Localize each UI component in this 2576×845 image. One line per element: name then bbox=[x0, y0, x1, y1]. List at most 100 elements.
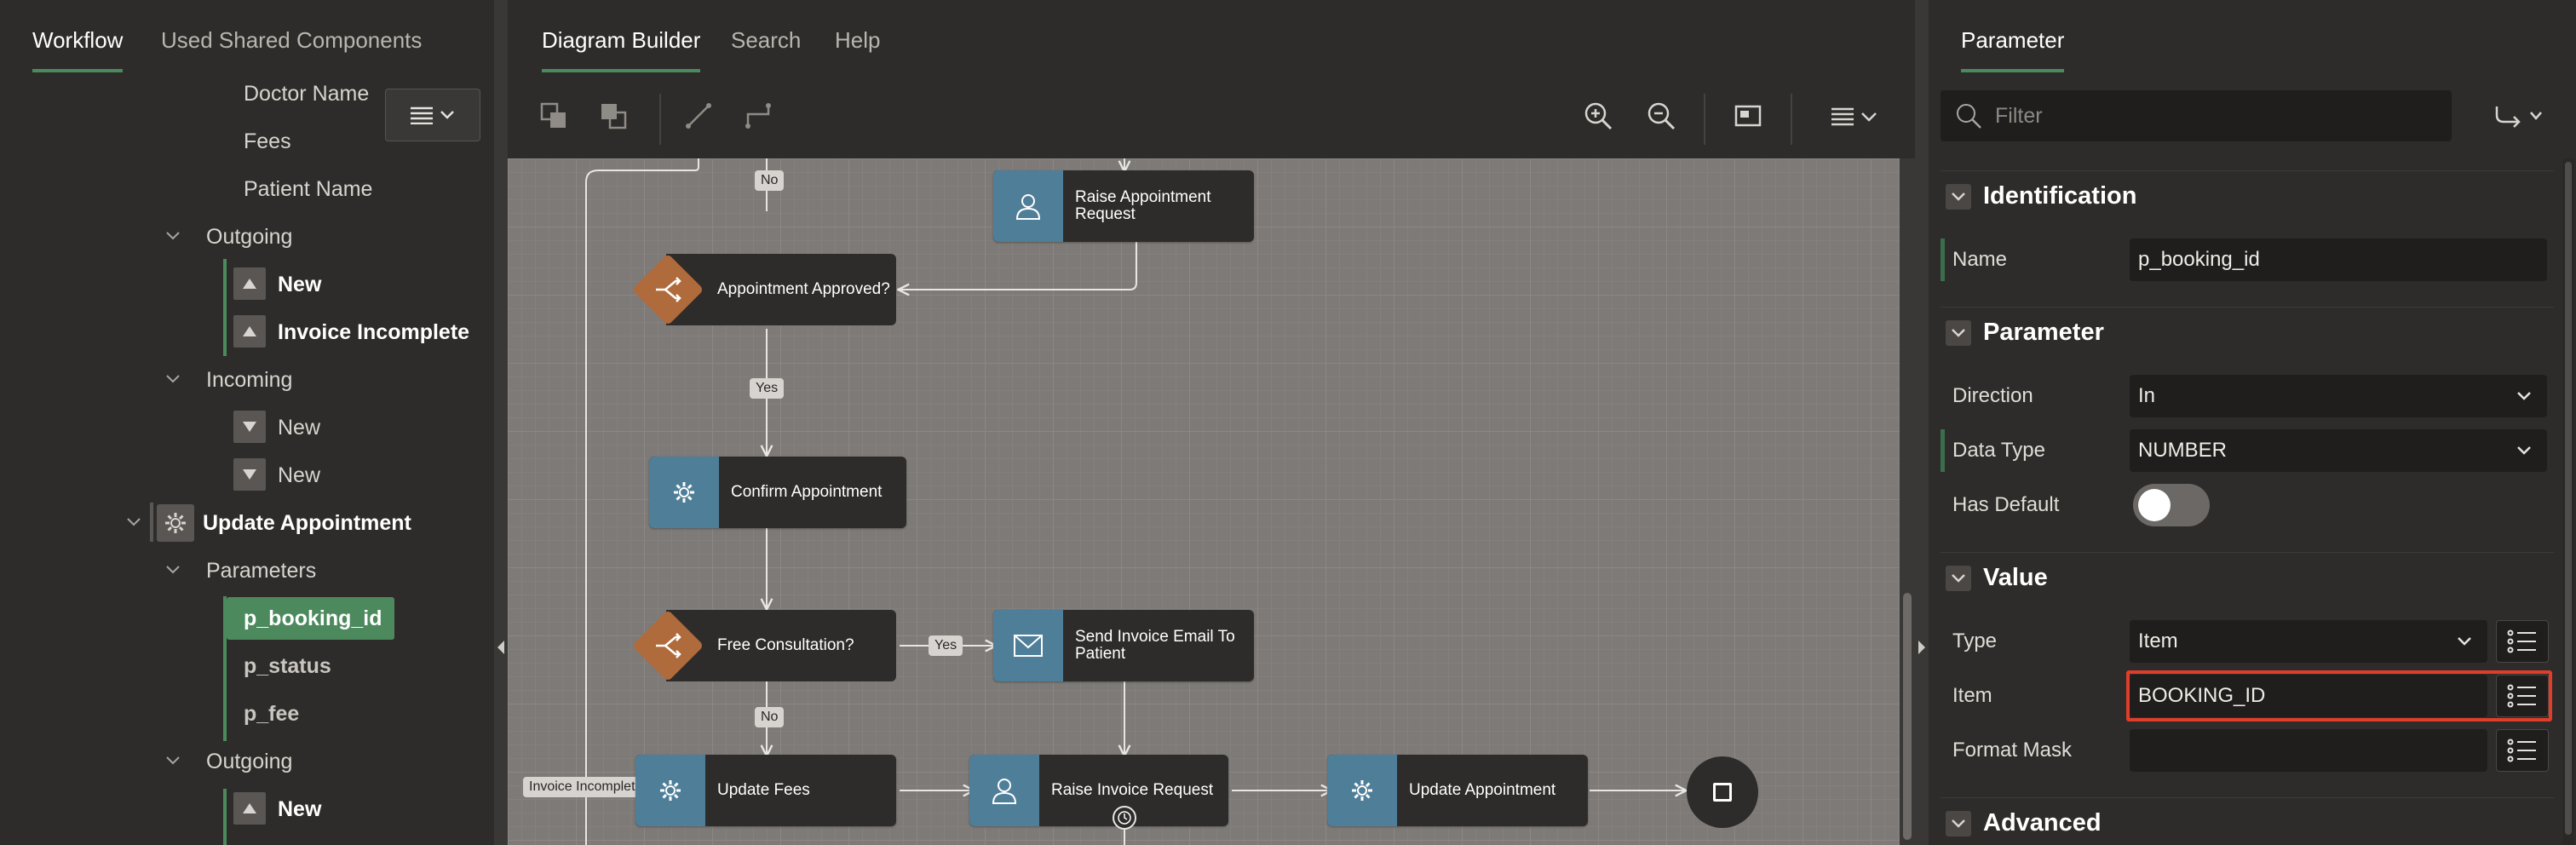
tree-item-new[interactable]: New bbox=[278, 463, 320, 488]
fit-to-screen-icon[interactable] bbox=[1728, 95, 1768, 136]
chevron-down-icon[interactable] bbox=[164, 751, 182, 770]
gear-icon bbox=[649, 457, 719, 528]
edge-label-invoice-incomplete: Invoice Incomplete bbox=[523, 777, 649, 797]
direction-select[interactable]: In bbox=[2130, 375, 2547, 417]
go-to-group-button[interactable] bbox=[2484, 95, 2552, 136]
toolbar-separator bbox=[1704, 94, 1705, 145]
tree-item-p-booking-id[interactable]: p_booking_id bbox=[227, 597, 394, 640]
tab-search[interactable]: Search bbox=[731, 27, 801, 54]
end-event-node[interactable] bbox=[1687, 756, 1758, 828]
chevron-down-icon[interactable] bbox=[124, 513, 143, 532]
tree-item-new[interactable]: New bbox=[278, 797, 321, 822]
tree-item-parameters[interactable]: Parameters bbox=[206, 559, 316, 583]
node-update-appointment[interactable]: Update Appointment bbox=[1327, 755, 1588, 826]
chevron-down-icon bbox=[1946, 183, 1971, 210]
tree-item-p-fee[interactable]: p_fee bbox=[227, 693, 299, 735]
name-field[interactable]: p_booking_id bbox=[2130, 239, 2547, 281]
collapse-left-icon[interactable] bbox=[497, 639, 505, 656]
right-splitter[interactable] bbox=[1915, 0, 1929, 845]
chevron-down-icon[interactable] bbox=[164, 370, 182, 388]
node-update-fees[interactable]: Update Fees bbox=[635, 755, 896, 826]
bring-forward-icon[interactable] bbox=[533, 95, 574, 136]
tree-item-incoming[interactable]: Incoming bbox=[206, 368, 292, 393]
elbow-connector-icon[interactable] bbox=[738, 95, 779, 136]
tree-item-outgoing[interactable]: Outgoing bbox=[206, 225, 292, 250]
zoom-in-icon[interactable] bbox=[1578, 95, 1619, 136]
node-confirm-appointment[interactable]: Confirm Appointment bbox=[649, 457, 906, 528]
tab-used-shared-components[interactable]: Used Shared Components bbox=[161, 27, 422, 54]
collapse-right-icon[interactable] bbox=[1918, 639, 1926, 656]
name-value: p_booking_id bbox=[2138, 248, 2260, 271]
scrollbar-thumb[interactable] bbox=[2565, 162, 2572, 835]
has-default-toggle[interactable] bbox=[2133, 484, 2210, 526]
human-task-icon bbox=[993, 170, 1063, 242]
section-parameter[interactable]: Parameter bbox=[1941, 307, 2554, 358]
search-icon bbox=[1957, 104, 1981, 129]
stop-icon bbox=[1713, 783, 1732, 802]
tab-parameter[interactable]: Parameter bbox=[1961, 27, 2065, 72]
node-raise-invoice-request[interactable]: Raise Invoice Request bbox=[969, 755, 1228, 826]
left-splitter[interactable] bbox=[494, 0, 508, 845]
app-root: Workflow Used Shared Components Doctor N… bbox=[0, 0, 2576, 845]
node-send-invoice-email[interactable]: Send Invoice Email To Patient bbox=[993, 610, 1254, 681]
prop-label-type: Type bbox=[1952, 629, 1998, 652]
format-mask-list-button[interactable] bbox=[2496, 729, 2549, 772]
timer-icon[interactable] bbox=[1113, 806, 1136, 830]
tab-help[interactable]: Help bbox=[835, 27, 880, 54]
tree-item-doctor-name[interactable]: Doctor Name bbox=[244, 82, 369, 106]
tab-workflow[interactable]: Workflow bbox=[32, 27, 124, 72]
tree-item-update-appointment[interactable]: Update Appointment bbox=[203, 511, 411, 536]
zoom-out-icon[interactable] bbox=[1641, 95, 1682, 136]
item-highlight-box bbox=[2126, 670, 2552, 721]
properties-scrollbar[interactable] bbox=[2562, 158, 2574, 845]
type-select[interactable]: Item bbox=[2130, 620, 2487, 663]
tree-item-p-status[interactable]: p_status bbox=[227, 645, 331, 687]
format-mask-input[interactable] bbox=[2130, 729, 2487, 772]
chevron-down-icon[interactable] bbox=[164, 227, 182, 245]
list-icon bbox=[2507, 629, 2536, 653]
prop-label-name: Name bbox=[1941, 239, 2136, 281]
chevron-down-icon bbox=[2517, 392, 2531, 400]
tree-item-fees[interactable]: Fees bbox=[244, 129, 291, 154]
diagram-canvas[interactable]: No Yes Yes No Invoice Incomplete Raise A… bbox=[508, 158, 1900, 845]
filter-box bbox=[1941, 90, 2452, 141]
tree-item-new[interactable]: New bbox=[278, 273, 321, 297]
canvas-scrollbar[interactable] bbox=[1900, 158, 1915, 845]
node-label: Update Appointment bbox=[1409, 781, 1556, 799]
tree-menu-button[interactable] bbox=[385, 89, 480, 141]
tree-item-outgoing[interactable]: Outgoing bbox=[206, 750, 292, 774]
section-value[interactable]: Value bbox=[1941, 552, 2554, 603]
tree-item-new[interactable]: New bbox=[278, 416, 320, 440]
node-label: Appointment Approved? bbox=[717, 280, 890, 298]
node-label: Raise Appointment Request bbox=[1075, 188, 1211, 223]
diagram-menu-button[interactable] bbox=[1826, 95, 1886, 136]
chevron-down-icon bbox=[1946, 565, 1971, 591]
prop-label-format-mask: Format Mask bbox=[1952, 739, 2073, 762]
section-identification[interactable]: Identification bbox=[1941, 170, 2554, 221]
node-appointment-approved[interactable]: Appointment Approved? bbox=[631, 253, 896, 326]
scrollbar-thumb[interactable] bbox=[1903, 593, 1912, 840]
filter-input[interactable] bbox=[1995, 103, 2438, 129]
chevron-down-icon bbox=[1946, 319, 1971, 346]
tab-diagram-builder[interactable]: Diagram Builder bbox=[542, 27, 701, 72]
edge-label-yes: Yes bbox=[929, 635, 963, 656]
edge-label-no: No bbox=[755, 707, 785, 727]
node-free-consultation[interactable]: Free Consultation? bbox=[631, 609, 896, 682]
center-tabbar: Diagram Builder Search Help bbox=[508, 0, 1915, 82]
triangle-down-icon bbox=[233, 458, 266, 491]
tree-item-patient-name[interactable]: Patient Name bbox=[244, 177, 372, 202]
type-list-button[interactable] bbox=[2496, 620, 2549, 663]
chevron-down-icon bbox=[2530, 112, 2542, 120]
gear-icon bbox=[1327, 755, 1397, 826]
chevron-down-icon[interactable] bbox=[164, 560, 182, 579]
data-type-select[interactable]: NUMBER bbox=[2130, 429, 2547, 472]
straight-connector-icon[interactable] bbox=[678, 95, 719, 136]
node-raise-appointment-request[interactable]: Raise Appointment Request bbox=[993, 170, 1254, 242]
tree-item-invoice-incomplete[interactable]: Invoice Incomplete bbox=[278, 320, 469, 345]
send-backward-icon[interactable] bbox=[593, 95, 634, 136]
chevron-down-icon bbox=[2517, 446, 2531, 455]
section-advanced[interactable]: Advanced bbox=[1941, 797, 2554, 845]
node-label: Update Fees bbox=[717, 781, 810, 799]
edge-label-no: No bbox=[755, 170, 785, 191]
diagram-builder-panel: Diagram Builder Search Help No Yes Yes N… bbox=[508, 0, 1915, 845]
